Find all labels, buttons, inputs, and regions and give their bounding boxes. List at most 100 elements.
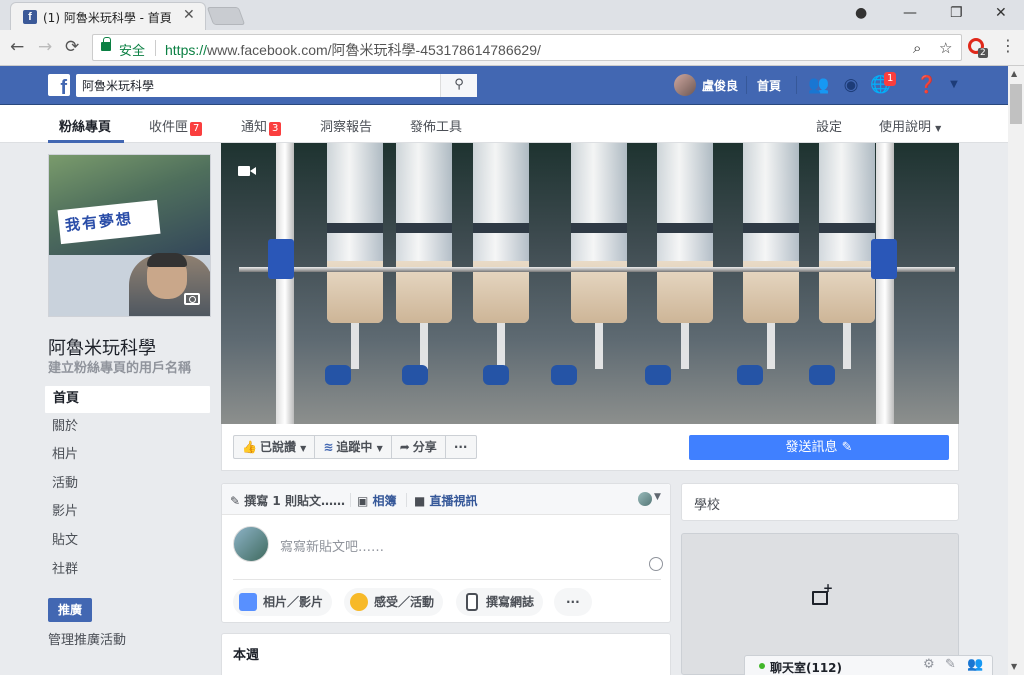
left-nav-home[interactable]: 首頁 xyxy=(44,385,211,414)
video-camera-icon: ■ xyxy=(414,494,426,508)
home-link[interactable]: 首頁 xyxy=(757,77,781,94)
profile-icon[interactable]: ● xyxy=(855,5,867,21)
profile-photo-hair xyxy=(147,253,187,267)
lock-icon xyxy=(101,37,111,51)
settings-link[interactable]: 設定 xyxy=(816,116,842,135)
tab-notifications[interactable]: 通知 3 xyxy=(241,116,282,136)
photo-video-button[interactable]: 相片／影片 xyxy=(233,588,333,616)
cover-valve xyxy=(551,365,577,385)
composer-tab-album[interactable]: ▣ 相簿 xyxy=(357,492,397,509)
left-nav-videos[interactable]: 影片 xyxy=(44,499,211,528)
inbox-badge: 7 xyxy=(190,122,203,136)
more-composer-options-button[interactable]: ··· xyxy=(554,588,592,616)
address-bar[interactable]: 安全 https://www.facebook.com/阿魯米玩科學-45317… xyxy=(92,34,962,61)
cover-photo[interactable] xyxy=(221,143,959,424)
camera-icon[interactable] xyxy=(184,293,200,305)
cover-tube xyxy=(351,323,359,369)
left-nav-posts[interactable]: 貼文 xyxy=(44,528,211,557)
composer-tab-write[interactable]: ✎ 撰寫 1 則貼文…… xyxy=(230,492,345,509)
post-input[interactable]: 寫寫新貼文吧…… xyxy=(280,536,384,555)
feeling-activity-button[interactable]: 感受／活動 xyxy=(344,588,444,616)
left-nav-photos[interactable]: 相片 xyxy=(44,442,211,471)
notifications-badge: 1 xyxy=(884,72,897,86)
cover-tube xyxy=(767,323,775,369)
maximize-button[interactable]: ❐ xyxy=(950,5,963,21)
left-nav-community[interactable]: 社群 xyxy=(44,557,211,586)
new-tab-button[interactable] xyxy=(206,7,246,25)
facebook-logo-icon[interactable]: f xyxy=(48,74,70,96)
group-chat-icon[interactable]: 👥 xyxy=(967,657,983,672)
cover-tube xyxy=(843,323,851,369)
online-status-icon xyxy=(759,663,765,669)
share-arrow-icon: ➦ xyxy=(399,440,410,454)
left-nav-events[interactable]: 活動 xyxy=(44,471,211,500)
create-username-link[interactable]: 建立粉絲專頁的用戶名稱 xyxy=(48,357,191,376)
back-arrow-icon[interactable]: ← xyxy=(10,37,24,57)
composer-tabs: ✎ 撰寫 1 則貼文…… ▣ 相簿 ■ 直播視訊 ▼ xyxy=(222,484,670,515)
search-input[interactable]: 阿魯米玩科學 xyxy=(76,74,476,97)
emoji-icon[interactable] xyxy=(649,557,663,571)
minimize-button[interactable]: — xyxy=(903,5,917,21)
left-nav-about[interactable]: 關於 xyxy=(44,414,211,443)
facebook-favicon-icon: f xyxy=(23,10,37,24)
search-icon[interactable]: ⚲ xyxy=(440,74,477,97)
write-note-button[interactable]: 撰寫網誌 xyxy=(456,588,544,616)
liked-button[interactable]: 👍 已說讚 ▼ xyxy=(234,436,316,458)
compose-icon[interactable]: ✎ xyxy=(945,657,956,672)
browser-menu-icon[interactable]: ⋮ xyxy=(1000,36,1016,55)
user-avatar[interactable] xyxy=(674,74,696,96)
cover-valve xyxy=(645,365,671,385)
more-options-button[interactable]: ··· xyxy=(446,436,476,458)
promote-button[interactable]: 推廣 xyxy=(48,598,92,622)
cover-syringe xyxy=(571,143,627,323)
page-action-bar: 👍 已說讚 ▼ ≋ 追蹤中 ▼ ➦ 分享 ··· 發送訊息 ✎ xyxy=(221,424,959,471)
close-tab-icon[interactable]: ✕ xyxy=(183,7,195,23)
secure-label: 安全 xyxy=(119,44,146,59)
send-message-button[interactable]: 發送訊息 ✎ xyxy=(689,435,949,460)
this-week-card: 本週 xyxy=(221,633,671,675)
account-caret-icon[interactable]: ▼ xyxy=(943,74,965,96)
close-window-button[interactable]: ✕ xyxy=(995,5,1007,21)
url-text[interactable]: https://www.facebook.com/阿魯米玩科學-45317861… xyxy=(165,40,541,60)
left-nav: 首頁 關於 相片 活動 影片 貼文 社群 xyxy=(44,385,211,585)
help-menu[interactable]: 使用說明 ▼ xyxy=(879,116,941,135)
friend-requests-icon[interactable]: 👥 xyxy=(808,74,830,96)
category-label[interactable]: 學校 xyxy=(694,494,720,513)
tab-inbox[interactable]: 收件匣 7 xyxy=(149,116,203,136)
cover-video-icon[interactable] xyxy=(238,166,256,176)
scroll-up-icon[interactable]: ▲ xyxy=(1011,69,1017,78)
add-photo-icon[interactable] xyxy=(812,581,833,605)
gear-icon[interactable]: ⚙ xyxy=(923,657,935,672)
audience-selector-icon[interactable] xyxy=(638,492,652,506)
share-button[interactable]: ➦ 分享 xyxy=(392,436,446,458)
cover-valve xyxy=(809,365,835,385)
help-icon[interactable]: ❓ xyxy=(916,74,938,96)
page-scrollbar[interactable]: ▲ ▼ xyxy=(1008,66,1024,675)
browser-toolbar: ← → ⟳ 安全 https://www.facebook.com/阿魯米玩科學… xyxy=(0,30,1024,66)
zoom-icon[interactable]: ⌕ xyxy=(913,39,921,57)
scroll-thumb[interactable] xyxy=(1010,84,1022,124)
caret-down-icon[interactable]: ▼ xyxy=(654,492,661,502)
bookmark-star-icon[interactable]: ☆ xyxy=(939,39,952,57)
composer-tab-divider xyxy=(406,493,407,507)
browser-tab-active[interactable]: f (1) 阿魯米玩科學 - 首頁 ✕ xyxy=(10,2,206,30)
cover-stand-left xyxy=(276,143,294,424)
chat-bar[interactable]: 聊天室(112) ⚙ ✎ 👥 xyxy=(744,655,993,675)
caret-down-icon: ▼ xyxy=(376,444,383,453)
user-name-link[interactable]: 盧俊良 xyxy=(702,77,738,94)
manage-promotions-link[interactable]: 管理推廣活動 xyxy=(48,629,126,648)
scroll-down-icon[interactable]: ▼ xyxy=(1011,662,1017,671)
help-caret-icon: ▼ xyxy=(935,124,942,133)
following-button[interactable]: ≋ 追蹤中 ▼ xyxy=(315,436,392,458)
reload-icon[interactable]: ⟳ xyxy=(65,37,79,57)
tab-page[interactable]: 粉絲專頁 xyxy=(59,116,111,135)
tab-insights[interactable]: 洞察報告 xyxy=(320,116,372,135)
album-icon: ▣ xyxy=(357,494,369,508)
tab-publishing-tools[interactable]: 發佈工具 xyxy=(410,116,462,135)
cover-valve xyxy=(483,365,509,385)
forward-arrow-icon[interactable]: → xyxy=(38,37,52,57)
messenger-icon[interactable]: ◉ xyxy=(840,74,862,96)
chat-label: 聊天室(112) xyxy=(770,661,843,675)
pencil-icon: ✎ xyxy=(841,440,853,455)
composer-tab-live[interactable]: ■ 直播視訊 xyxy=(414,492,478,509)
